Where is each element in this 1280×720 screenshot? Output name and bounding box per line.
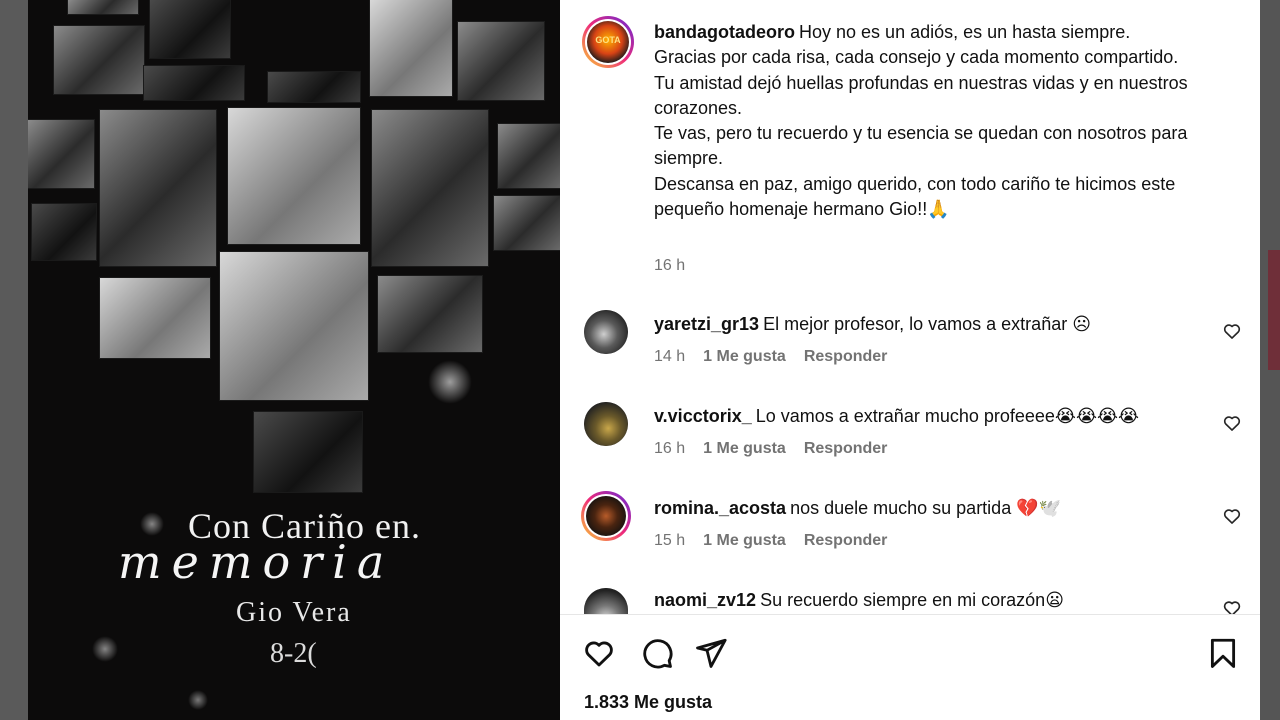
bokeh-light [92, 636, 118, 662]
author-avatar-text: GOTA [595, 35, 621, 45]
collage-photo [68, 0, 138, 14]
comment-body: Su recuerdo siempre en mi corazón😦 [760, 590, 1064, 610]
comment-username[interactable]: yaretzi_gr13 [654, 314, 759, 334]
memorial-years: 8-2( [270, 638, 317, 669]
comment-time[interactable]: 16 h [654, 440, 685, 457]
collage-photo [372, 110, 488, 266]
comment-avatar[interactable] [584, 588, 628, 614]
collage-photo [254, 412, 362, 492]
collage-photo [498, 124, 560, 188]
caption-line: Gracias por cada risa, cada consejo y ca… [654, 47, 1179, 68]
author-username[interactable]: bandagotadeoro [654, 22, 795, 42]
comment-meta: 15 h 1 Me gusta Responder [654, 532, 905, 550]
comment-time[interactable]: 15 h [654, 532, 685, 549]
comment-username[interactable]: v.vicctorix_ [654, 406, 752, 426]
comments-panel: GOTA bandagotadeoro Hoy no es un adiós, e… [560, 0, 1260, 720]
comment-username[interactable]: naomi_zv12 [654, 590, 756, 610]
caption-time[interactable]: 16 h [654, 257, 685, 275]
comment-body: El mejor profesor, lo vamos a extrañar ☹ [763, 314, 1091, 334]
reply-button[interactable]: Responder [804, 532, 888, 549]
collage-photo [228, 108, 360, 244]
collage-photo [54, 26, 144, 94]
divider [560, 614, 1260, 615]
heart-icon[interactable] [1222, 506, 1242, 526]
heart-icon[interactable] [582, 636, 616, 670]
bokeh-light [140, 512, 164, 536]
heart-icon[interactable] [1222, 321, 1242, 341]
collage-photo [28, 120, 94, 188]
comment-avatar[interactable] [584, 310, 628, 354]
memorial-name: Gio Vera [236, 597, 352, 628]
comment-likes[interactable]: 1 Me gusta [703, 440, 786, 457]
caption-line: Te vas, pero tu recuerdo y tu esencia se… [654, 123, 1188, 169]
comment-body: Lo vamos a extrañar mucho profeeee😭😭😭😭 [755, 406, 1140, 426]
comment-time[interactable]: 14 h [654, 348, 685, 365]
comment-text: naomi_zv12 Su recuerdo siempre en mi cora… [654, 590, 1064, 611]
comment-username[interactable]: romina._acosta [654, 498, 786, 518]
reply-button[interactable]: Responder [804, 348, 888, 365]
memorial-script: memoria [118, 535, 395, 589]
backdrop-right [1260, 0, 1280, 720]
heart-icon[interactable] [1222, 598, 1242, 614]
reply-button[interactable]: Responder [804, 440, 888, 457]
collage-photo [100, 110, 216, 266]
collage-photo [220, 252, 368, 400]
comment-text: v.vicctorix_ Lo vamos a extrañar mucho pr… [654, 406, 1139, 427]
collage-photo [32, 204, 96, 260]
bookmark-icon[interactable] [1206, 636, 1240, 670]
author-avatar[interactable]: GOTA [582, 16, 634, 68]
backdrop-accent [1268, 250, 1280, 370]
comment-text: romina._acosta nos duele mucho su partida… [654, 498, 1061, 519]
bokeh-light [188, 690, 208, 710]
send-icon[interactable] [694, 636, 728, 670]
post-caption: bandagotadeoro Hoy no es un adiós, es un … [654, 20, 1214, 222]
comment-avatar[interactable] [581, 491, 631, 541]
collage-photo [494, 196, 560, 250]
collage-photo [370, 0, 452, 96]
comment-meta: 16 h 1 Me gusta Responder [654, 440, 905, 458]
comment-body: nos duele mucho su partida 💔🕊️ [790, 498, 1062, 518]
collage-photo [150, 0, 230, 58]
caption-line: Tu amistad dejó huellas profundas en nue… [654, 72, 1188, 118]
heart-icon[interactable] [1222, 413, 1242, 433]
backdrop-left [0, 0, 28, 720]
comment-avatar[interactable] [584, 402, 628, 446]
collage-photo [144, 66, 244, 100]
collage-photo [378, 276, 482, 352]
comment-icon[interactable] [640, 636, 674, 670]
comment-text: yaretzi_gr13 El mejor profesor, lo vamos … [654, 314, 1091, 335]
collage-photo [100, 278, 210, 358]
likes-count[interactable]: 1.833 Me gusta [584, 692, 712, 713]
caption-line: Descansa en paz, amigo querido, con todo… [654, 173, 1176, 220]
bokeh-light [428, 360, 472, 404]
collage-photo [268, 72, 360, 102]
comment-likes[interactable]: 1 Me gusta [703, 532, 786, 549]
post-image[interactable]: Con Cariño en. memoria Gio Vera 8-2( [28, 0, 560, 720]
comment-likes[interactable]: 1 Me gusta [703, 348, 786, 365]
caption-line: Hoy no es un adiós, es un hasta siempre. [799, 22, 1131, 42]
collage-photo [458, 22, 544, 100]
comment-meta: 14 h 1 Me gusta Responder [654, 348, 905, 366]
